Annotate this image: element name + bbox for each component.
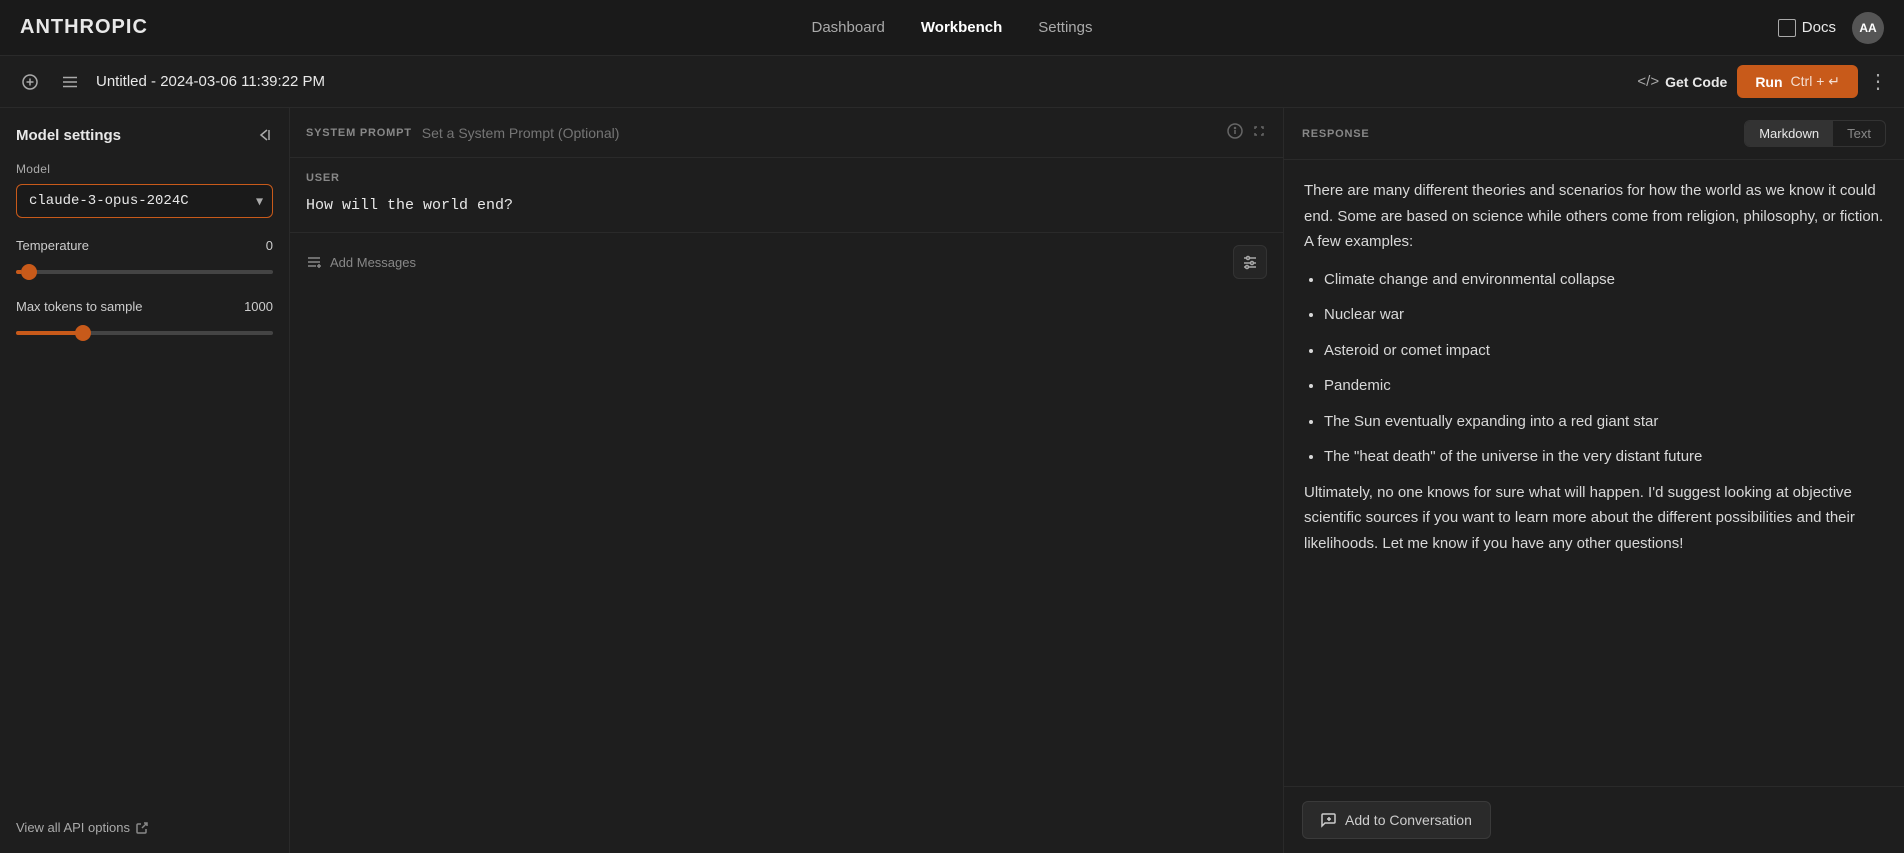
panel-header: Model settings [16,126,273,144]
response-outro: Ultimately, no one knows for sure what w… [1304,480,1884,557]
info-icon[interactable] [1227,123,1243,142]
max-tokens-slider-container: Max tokens to sample 1000 [16,299,273,338]
add-to-conv-label: Add to Conversation [1345,812,1472,828]
add-messages-icon [306,254,322,270]
list-item: The Sun eventually expanding into a red … [1324,409,1884,435]
response-panel: RESPONSE Markdown Text There are many di… [1284,108,1904,853]
view-api-link[interactable]: View all API options [16,820,273,835]
external-link-icon [136,822,148,834]
run-button[interactable]: Run Ctrl + ↵ [1737,65,1858,98]
max-tokens-value: 1000 [244,299,273,314]
run-label: Run [1755,74,1782,90]
docs-icon [1778,19,1796,37]
top-nav: ANTHROPIC Dashboard Workbench Settings D… [0,0,1904,56]
response-toggle: Markdown Text [1744,120,1886,147]
brand-logo: ANTHROPIC [20,16,148,39]
prompt-panel: SYSTEM PROMPT [290,108,1284,853]
add-to-conv-icon [1321,812,1337,828]
menu-button[interactable] [56,68,84,96]
add-to-conversation-button[interactable]: Add to Conversation [1302,801,1491,839]
nav-workbench[interactable]: Workbench [921,19,1002,36]
user-message-block: USER How will the world end? [290,158,1283,233]
docs-button[interactable]: Docs [1778,19,1836,37]
add-messages-bar[interactable]: Add Messages [290,233,1283,291]
add-messages-left: Add Messages [306,254,416,270]
max-tokens-row: Max tokens to sample 1000 [16,299,273,314]
response-footer: Add to Conversation [1284,786,1904,853]
list-item: Nuclear war [1324,302,1884,328]
new-session-button[interactable] [16,68,44,96]
temperature-slider-container: Temperature 0 [16,238,273,277]
prompt-settings-button[interactable] [1233,245,1267,279]
toolbar: Untitled - 2024-03-06 11:39:22 PM </> Ge… [0,56,1904,108]
toolbar-right: </> Get Code Run Ctrl + ↵ ⋮ [1637,65,1888,98]
nav-links: Dashboard Workbench Settings [812,19,1093,36]
model-select[interactable]: claude-3-opus-2024C [16,184,273,218]
temperature-label: Temperature [16,238,89,253]
expand-icon[interactable] [1251,123,1267,142]
more-options-button[interactable]: ⋮ [1868,69,1888,94]
nav-settings[interactable]: Settings [1038,19,1092,36]
list-item: Asteroid or comet impact [1324,338,1884,364]
temperature-value: 0 [266,238,273,253]
avatar[interactable]: AA [1852,12,1884,44]
system-prompt-bar: SYSTEM PROMPT [290,108,1283,158]
session-title: Untitled - 2024-03-06 11:39:22 PM [96,73,325,90]
add-messages-label: Add Messages [330,255,416,270]
run-shortcut: Ctrl + ↵ [1791,73,1840,90]
max-tokens-label: Max tokens to sample [16,299,142,314]
toggle-markdown-button[interactable]: Markdown [1745,121,1833,146]
temperature-row: Temperature 0 [16,238,273,253]
model-field-label: Model [16,162,273,176]
view-api-label: View all API options [16,820,130,835]
toolbar-left: Untitled - 2024-03-06 11:39:22 PM [16,68,1625,96]
response-label: RESPONSE [1302,128,1370,140]
main-content: Model settings Model claude-3-opus-2024C… [0,108,1904,853]
user-message-text[interactable]: How will the world end? [306,194,1267,218]
temperature-slider[interactable] [16,270,273,274]
nav-dashboard[interactable]: Dashboard [812,19,885,36]
response-intro: There are many different theories and sc… [1304,178,1884,255]
model-select-wrapper: claude-3-opus-2024C [16,184,273,218]
code-brackets-icon: </> [1637,73,1659,90]
model-settings-panel: Model settings Model claude-3-opus-2024C… [0,108,290,853]
docs-label: Docs [1802,19,1836,36]
system-prompt-input[interactable] [422,125,1217,141]
response-header: RESPONSE Markdown Text [1284,108,1904,160]
response-list: Climate change and environmental collaps… [1324,267,1884,470]
list-item: Climate change and environmental collaps… [1324,267,1884,293]
system-prompt-actions [1227,123,1267,142]
response-body: There are many different theories and sc… [1284,160,1904,786]
user-label: USER [306,172,1267,184]
get-code-button[interactable]: </> Get Code [1637,73,1727,90]
system-label: SYSTEM PROMPT [306,127,412,139]
get-code-label: Get Code [1665,74,1727,90]
panel-title: Model settings [16,127,121,144]
nav-right: Docs AA [1778,12,1884,44]
toggle-text-button[interactable]: Text [1833,121,1885,146]
max-tokens-slider[interactable] [16,331,273,335]
list-item: Pandemic [1324,373,1884,399]
collapse-panel-button[interactable] [255,126,273,144]
list-item: The "heat death" of the universe in the … [1324,444,1884,470]
